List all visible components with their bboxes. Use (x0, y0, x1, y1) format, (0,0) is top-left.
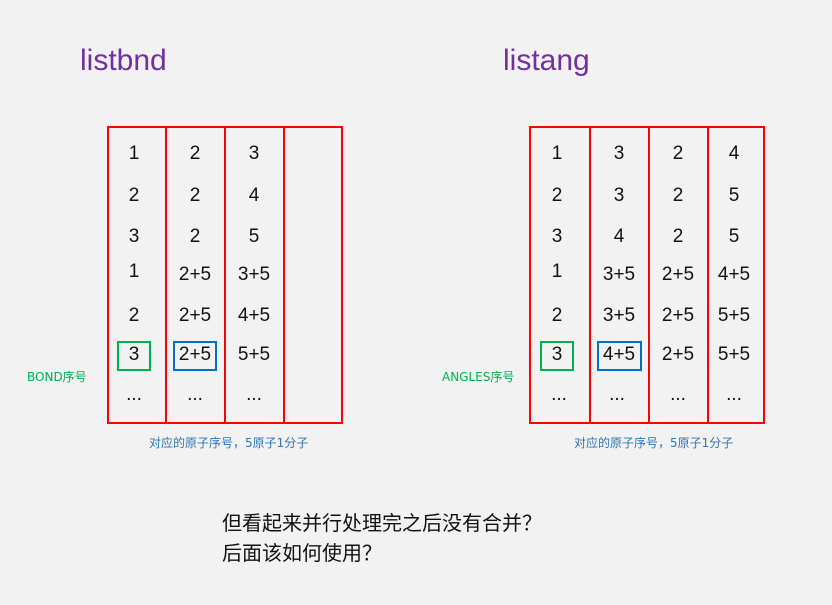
listbnd-cell: 1 (128, 261, 140, 282)
listang-cell: ... (670, 384, 686, 405)
listbnd-cell: 2+5 (178, 305, 212, 326)
listang-cell: 5+5 (717, 305, 751, 326)
listang-cell: 2 (551, 185, 563, 206)
listbnd-cell: 5 (248, 226, 260, 247)
listang-cell: 4 (728, 143, 740, 164)
listbnd-cell: 2 (128, 305, 140, 326)
listbnd-cell: 4+5 (237, 305, 271, 326)
listang-cell: 3+5 (602, 264, 636, 285)
listbnd-cell: 2+5 (178, 264, 212, 285)
listang-cell: 1 (551, 143, 563, 164)
listang-cell: 4+5 (717, 264, 751, 285)
listang-cell: ... (551, 384, 567, 405)
listang-cell: 2 (551, 305, 563, 326)
listang-cell: 2 (672, 185, 684, 206)
listang-cell: 2 (672, 143, 684, 164)
listang-cell: 3+5 (602, 305, 636, 326)
listang-cell: 3 (613, 185, 625, 206)
bond-index-highlight (117, 341, 151, 371)
listbnd-cell: ... (126, 384, 142, 405)
bond-index-label: BOND序号 (27, 370, 87, 384)
atom-index-highlight (597, 341, 642, 371)
listbnd-cell: 3 (128, 226, 140, 247)
listbnd-cell: 2 (189, 226, 201, 247)
listang-cell: 3 (551, 226, 563, 247)
listbnd-cell: 2 (189, 143, 201, 164)
column-divider (283, 128, 285, 422)
listang-title: listang (503, 44, 590, 77)
listang-cell: ... (609, 384, 625, 405)
listbnd-cell: ... (246, 384, 262, 405)
listbnd-cell: ... (187, 384, 203, 405)
listang-caption: 对应的原子序号，5原子1分子 (574, 436, 734, 450)
listbnd-cell: 3 (248, 143, 260, 164)
listang-cell: ... (726, 384, 742, 405)
listang-cell: 3 (613, 143, 625, 164)
listang-cell: 1 (551, 261, 563, 282)
question-line-2: 后面该如何使用？ (222, 541, 382, 565)
listang-cell: 4 (613, 226, 625, 247)
angle-index-label: ANGLES序号 (442, 370, 515, 384)
atom-index-highlight (173, 341, 217, 371)
listang-cell: 2+5 (661, 344, 695, 365)
listbnd-cell: 4 (248, 185, 260, 206)
listbnd-caption: 对应的原子序号，5原子1分子 (149, 436, 309, 450)
listbnd-cell: 1 (128, 143, 140, 164)
listbnd-title: listbnd (80, 44, 167, 77)
listang-cell: 5 (728, 185, 740, 206)
listbnd-cell: 5+5 (237, 344, 271, 365)
listang-cell: 2+5 (661, 264, 695, 285)
listang-cell: 5+5 (717, 344, 751, 365)
listbnd-cell: 3+5 (237, 264, 271, 285)
listbnd-cell: 2 (189, 185, 201, 206)
listang-cell: 2 (672, 226, 684, 247)
listang-cell: 2+5 (661, 305, 695, 326)
question-line-1: 但看起来并行处理完之后没有合并？ (222, 511, 542, 535)
angle-index-highlight (540, 341, 574, 371)
listang-cell: 5 (728, 226, 740, 247)
listbnd-cell: 2 (128, 185, 140, 206)
